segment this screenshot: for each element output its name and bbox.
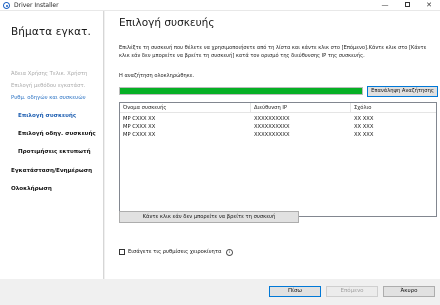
step-eula: Άδεια Χρήσης Τελικ. Χρήστη xyxy=(11,71,88,77)
back-button[interactable]: Πίσω xyxy=(269,286,321,297)
window-title: Driver Installer xyxy=(14,2,59,9)
cell-ip-address: XXXXXXXXXX xyxy=(254,132,290,138)
maximize-button[interactable] xyxy=(396,0,418,11)
app-icon xyxy=(3,2,10,9)
device-not-found-button[interactable]: Κάντε κλικ εάν δεν μπορείτε να βρείτε τη… xyxy=(119,211,299,223)
table-header: Όνομα συσκευής Διεύθυνση IP Σχόλιο xyxy=(120,103,436,113)
close-button[interactable]: ✕ xyxy=(418,0,440,11)
step-finish: Ολοκλήρωση xyxy=(11,186,52,192)
table-row[interactable]: MP CXXX XX XXXXXXXXXX XX XXX xyxy=(120,115,436,123)
instructions-text: Επιλέξτε τη συσκευή που θέλετε να χρησιμ… xyxy=(119,45,427,59)
steps-heading: Βήματα εγκατ. xyxy=(11,26,91,38)
step-select-device: Επιλογή συσκευής xyxy=(18,113,77,119)
column-comment[interactable]: Σχόλιο xyxy=(351,103,437,113)
table-row[interactable]: MP CXXX XX XXXXXXXXXX XX XXX xyxy=(120,123,436,131)
page-title: Επιλογή συσκευής xyxy=(119,17,215,29)
title-bar: Driver Installer — ✕ xyxy=(0,0,440,11)
progress-fill xyxy=(120,88,362,94)
cell-comment: XX XXX xyxy=(354,116,374,122)
column-device-name[interactable]: Όνομα συσκευής xyxy=(120,103,251,113)
search-status: Η αναζήτηση ολοκληρώθηκε. xyxy=(119,73,195,79)
cell-device-name: MP CXXX XX xyxy=(123,116,156,122)
step-driver-device-settings[interactable]: Ρυθμ. οδηγών και συσκευών xyxy=(11,95,86,101)
cell-comment: XX XXX xyxy=(354,132,374,138)
cell-comment: XX XXX xyxy=(354,124,374,130)
search-again-button[interactable]: Επανάληψη Αναζήτησης xyxy=(367,86,438,97)
step-printer-preferences: Προτιμήσεις εκτυπωτή xyxy=(18,149,91,155)
maximize-icon xyxy=(404,2,410,7)
steps-sidebar: Βήματα εγκατ. Άδεια Χρήσης Τελικ. Χρήστη… xyxy=(0,11,104,279)
column-ip-address[interactable]: Διεύθυνση IP xyxy=(251,103,351,113)
main-panel: Επιλογή συσκευής Επιλέξτε τη συσκευή που… xyxy=(105,11,440,279)
cancel-button[interactable]: Άκυρο xyxy=(383,286,435,297)
search-progress-bar xyxy=(119,87,363,95)
step-install-update: Εγκατάσταση/Ενημέρωση xyxy=(11,168,93,174)
manual-settings-checkbox[interactable] xyxy=(119,249,125,255)
cell-ip-address: XXXXXXXXXX xyxy=(254,124,290,130)
cell-device-name: MP CXXX XX xyxy=(123,124,156,130)
cell-ip-address: XXXXXXXXXX xyxy=(254,116,290,122)
info-icon[interactable]: i xyxy=(226,248,233,256)
step-install-method: Επιλογή μεθόδου εγκατάστ. xyxy=(11,83,86,89)
step-select-driver: Επιλογή οδηγ. συσκευής xyxy=(18,131,96,137)
manual-settings-label[interactable]: Εισάγετε τις ρυθμίσεις χειροκίνητα xyxy=(128,248,221,256)
cell-device-name: MP CXXX XX xyxy=(123,132,156,138)
footer-bar: Πίσω Επόμενο Άκυρο xyxy=(0,279,440,305)
next-button[interactable]: Επόμενο xyxy=(326,286,378,297)
table-row[interactable]: MP CXXX XX XXXXXXXXXX XX XXX xyxy=(120,131,436,139)
device-table: Όνομα συσκευής Διεύθυνση IP Σχόλιο MP CX… xyxy=(119,102,437,217)
minimize-button[interactable]: — xyxy=(374,0,396,11)
